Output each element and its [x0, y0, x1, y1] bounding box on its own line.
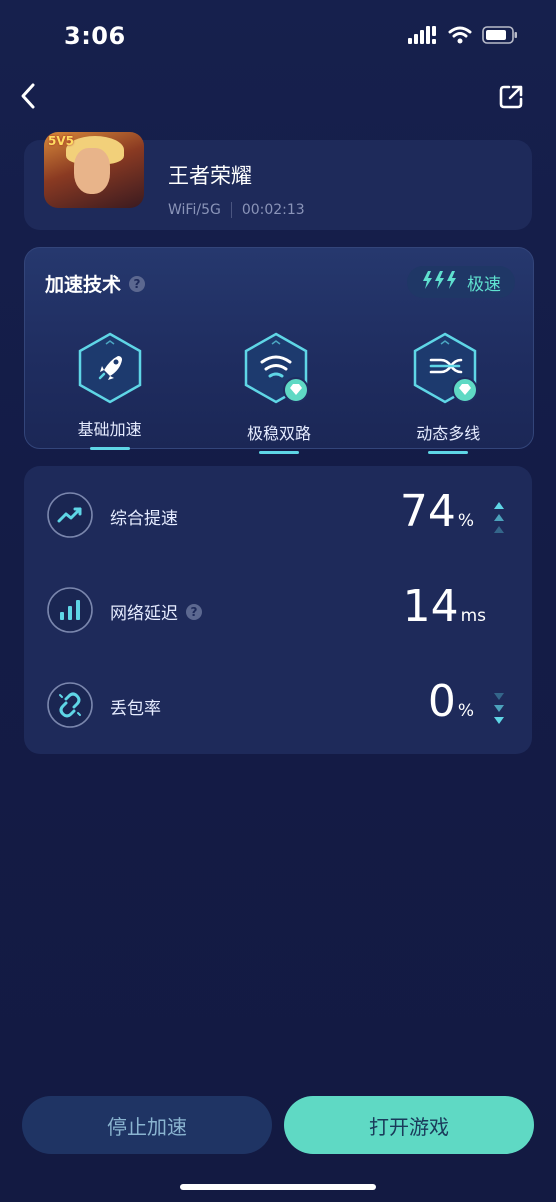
tech-item-underline	[428, 451, 469, 454]
tech-item-label: 极稳双路	[246, 424, 311, 443]
tech-title-text: 加速技术	[45, 274, 122, 296]
share-button[interactable]	[494, 82, 528, 116]
tech-item-underline	[258, 451, 299, 454]
tech-item-underline	[89, 447, 130, 450]
stat-value: 0%	[428, 676, 474, 727]
game-title: 王者荣耀	[168, 164, 252, 188]
stop-accel-button[interactable]: 停止加速	[22, 1096, 272, 1154]
tech-item-multiline[interactable]: 动态多线	[378, 332, 518, 454]
tech-item-dual[interactable]: 极稳双路	[209, 332, 349, 454]
screen: 3:06 5V5 王者荣耀 WiFi/5G 00:02:13 加速技术 ? 极速…	[0, 0, 556, 1202]
network-type: WiFi/5G	[168, 202, 221, 218]
chevron-left-icon	[18, 82, 38, 114]
lightning-icon	[421, 270, 459, 295]
game-icon-badge: 5V5	[48, 134, 74, 148]
stat-number: 0	[427, 676, 456, 727]
question-icon[interactable]: ?	[186, 603, 202, 620]
bar-chart-icon	[47, 587, 93, 633]
stat-label: 丢包率	[110, 694, 161, 719]
tech-title: 加速技术 ?	[45, 270, 146, 297]
stat-row-latency: 网络延迟 ? 14 ms	[24, 581, 532, 641]
meta-divider	[230, 202, 232, 218]
back-button[interactable]	[10, 80, 46, 116]
game-icon-face	[74, 148, 110, 194]
wifi-icon	[448, 26, 472, 48]
multiline-icon	[414, 332, 479, 404]
stat-unit: %	[457, 511, 474, 531]
battery-icon	[482, 26, 518, 48]
stat-row-packet-loss: 丢包率 0%	[24, 676, 532, 736]
stats-card: 综合提速 74% 网络延迟 ? 14 ms 丢包率 0 %	[24, 466, 532, 754]
status-icons	[408, 26, 518, 48]
game-card: 5V5 王者荣耀 WiFi/5G 00:02:13	[24, 132, 532, 230]
tech-item-label: 基础加速	[77, 420, 142, 439]
stat-label-text: 丢包率	[110, 699, 161, 719]
tech-items: 基础加速 极稳双路 动态多线	[25, 332, 533, 454]
game-app-icon: 5V5	[44, 132, 144, 208]
stat-label-text: 综合提速	[110, 509, 178, 529]
stat-unit: ms	[460, 606, 486, 626]
stat-value: 74%	[400, 486, 474, 537]
trend-up-icon	[47, 492, 93, 538]
tech-item-basic[interactable]: 基础加速	[40, 332, 180, 454]
rocket-icon	[78, 332, 141, 404]
accel-tech-card: 加速技术 ? 极速 基础加速 极稳双路 动态多线	[24, 247, 534, 454]
stat-label-text: 网络延迟	[110, 604, 178, 624]
stat-number: 14	[402, 581, 459, 632]
cellular-icon	[408, 26, 438, 48]
broken-link-icon	[47, 682, 93, 728]
status-time: 3:06	[64, 22, 126, 50]
stat-label: 网络延迟 ?	[110, 599, 202, 624]
arrow-down-icon	[494, 693, 504, 724]
speed-badge-label: 极速	[467, 274, 501, 295]
question-icon[interactable]: ?	[129, 275, 146, 292]
speed-badge: 极速	[407, 266, 515, 298]
wifi-signal-icon	[244, 332, 309, 404]
open-game-button[interactable]: 打开游戏	[284, 1096, 534, 1154]
stat-number: 74	[399, 486, 456, 537]
status-bar: 3:06	[0, 0, 556, 72]
game-meta: WiFi/5G 00:02:13	[168, 202, 305, 218]
share-icon	[497, 83, 525, 115]
stat-unit: %	[457, 701, 474, 721]
arrow-up-icon	[494, 502, 504, 533]
tech-item-label: 动态多线	[416, 424, 481, 443]
stat-row-speedup: 综合提速 74%	[24, 486, 532, 546]
stat-value: 14 ms	[403, 581, 486, 632]
accel-duration: 00:02:13	[241, 202, 305, 218]
home-indicator[interactable]	[180, 1184, 376, 1190]
stat-label: 综合提速	[110, 504, 178, 529]
